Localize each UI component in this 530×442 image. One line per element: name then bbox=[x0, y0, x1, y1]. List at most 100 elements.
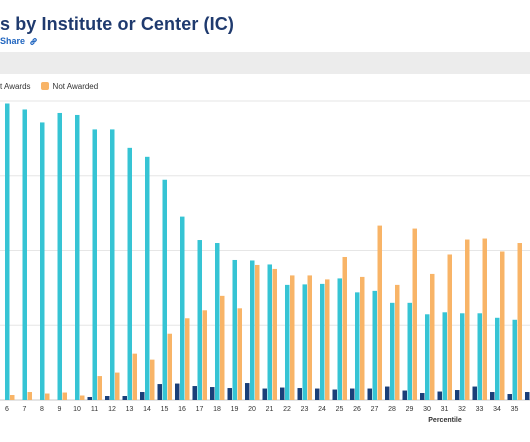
bar-series-2-x-23[interactable] bbox=[302, 284, 308, 400]
bar-series-2-x-8[interactable] bbox=[40, 122, 45, 400]
bar-series-3-x-33[interactable] bbox=[482, 238, 488, 400]
bar-series-2-x-20[interactable] bbox=[250, 260, 255, 400]
bar-series-3-x-17[interactable] bbox=[202, 310, 208, 400]
bar-series-1-x-21[interactable] bbox=[262, 388, 268, 400]
bar-series-3-x-6[interactable] bbox=[10, 395, 15, 400]
bar-series-2-x-35[interactable] bbox=[512, 319, 518, 400]
x-tick-label: 34 bbox=[493, 406, 501, 413]
bar-series-3-x-7[interactable] bbox=[27, 392, 33, 400]
bar-series-3-x-16[interactable] bbox=[185, 318, 190, 400]
bar-series-2-x-24[interactable] bbox=[320, 283, 325, 400]
bar-series-3-x-10[interactable] bbox=[80, 395, 85, 400]
bar-series-2-x-12[interactable] bbox=[110, 129, 115, 400]
bar-series-3-x-13[interactable] bbox=[132, 353, 138, 400]
bar-series-2-x-26[interactable] bbox=[355, 292, 360, 400]
bar-series-3-x-32[interactable] bbox=[465, 239, 470, 400]
bar-series-1-x-25[interactable] bbox=[332, 389, 338, 400]
bar-series-2-x-6[interactable] bbox=[5, 103, 10, 400]
bar-series-2-x-32[interactable] bbox=[460, 313, 465, 400]
bar-series-1-x-32[interactable] bbox=[455, 390, 460, 400]
bar-series-2-x-30[interactable] bbox=[425, 314, 430, 400]
bar-series-3-x-23[interactable] bbox=[307, 275, 313, 400]
x-tick-label: 16 bbox=[178, 406, 186, 413]
bar-series-2-x-9[interactable] bbox=[57, 112, 63, 401]
bar-series-2-x-14[interactable] bbox=[145, 156, 150, 400]
bar-series-1-x-35[interactable] bbox=[507, 394, 513, 400]
bar-series-2-x-29[interactable] bbox=[407, 302, 413, 400]
bar-series-2-x-17[interactable] bbox=[197, 240, 203, 400]
bar-series-2-x-13[interactable] bbox=[127, 147, 133, 400]
bar-series-1-x-34[interactable] bbox=[490, 392, 495, 400]
bar-series-1-x-20[interactable] bbox=[245, 383, 250, 400]
bar-series-1-x-30[interactable] bbox=[420, 393, 425, 400]
bar-series-1-x-22[interactable] bbox=[280, 387, 285, 400]
bar-series-3-x-25[interactable] bbox=[342, 256, 348, 400]
bar-series-2-x-18[interactable] bbox=[215, 243, 220, 400]
x-tick-label: 14 bbox=[143, 406, 151, 413]
bar-series-3-x-8[interactable] bbox=[45, 393, 50, 400]
x-tick-label: 20 bbox=[248, 406, 256, 413]
bar-series-1-x-19[interactable] bbox=[227, 388, 233, 400]
bar-series-3-x-30[interactable] bbox=[430, 273, 435, 400]
bar-series-1-x-29[interactable] bbox=[402, 390, 408, 400]
bar-series-2-x-25[interactable] bbox=[337, 278, 343, 400]
x-tick-label: 13 bbox=[126, 406, 134, 413]
bar-series-1-x-23[interactable] bbox=[297, 388, 303, 400]
bar-series-1-x-36[interactable] bbox=[525, 392, 530, 400]
bar-series-2-x-33[interactable] bbox=[477, 313, 483, 400]
bar-series-2-x-34[interactable] bbox=[495, 317, 500, 400]
bar-series-1-x-16[interactable] bbox=[175, 383, 180, 400]
bar-series-2-x-21[interactable] bbox=[267, 264, 273, 400]
bar-series-3-x-27[interactable] bbox=[377, 225, 383, 400]
bar-series-3-x-22[interactable] bbox=[290, 275, 295, 400]
bar-series-1-x-11[interactable] bbox=[87, 397, 93, 400]
bar-series-3-x-14[interactable] bbox=[150, 359, 155, 400]
share-link[interactable]: Share bbox=[0, 36, 38, 46]
bar-series-3-x-28[interactable] bbox=[395, 284, 400, 400]
bar-series-1-x-15[interactable] bbox=[157, 384, 163, 400]
legend-item-not-awarded[interactable]: Not Awarded bbox=[40, 82, 98, 91]
bar-series-1-x-28[interactable] bbox=[385, 386, 390, 400]
x-tick-label: 11 bbox=[91, 406, 98, 413]
legend-item-awards[interactable]: t Awards bbox=[0, 82, 31, 91]
share-label: Share bbox=[0, 36, 26, 46]
bar-series-1-x-31[interactable] bbox=[437, 391, 443, 400]
bar-series-2-x-7[interactable] bbox=[22, 109, 28, 400]
bar-series-1-x-13[interactable] bbox=[122, 396, 128, 400]
bar-series-1-x-17[interactable] bbox=[192, 386, 198, 400]
bar-series-2-x-10[interactable] bbox=[75, 114, 80, 400]
bar-series-3-x-21[interactable] bbox=[272, 268, 278, 400]
bar-series-3-x-19[interactable] bbox=[237, 308, 243, 400]
bar-series-2-x-27[interactable] bbox=[372, 290, 378, 400]
bar-series-2-x-31[interactable] bbox=[442, 312, 448, 400]
x-tick-label: 35 bbox=[511, 406, 519, 413]
bar-series-1-x-18[interactable] bbox=[210, 387, 215, 400]
bar-series-2-x-19[interactable] bbox=[232, 259, 238, 400]
bar-series-2-x-11[interactable] bbox=[92, 129, 98, 400]
bar-series-3-x-34[interactable] bbox=[500, 251, 505, 400]
bar-series-1-x-27[interactable] bbox=[367, 388, 373, 400]
x-axis-title: Percentile bbox=[428, 417, 462, 424]
bar-series-2-x-16[interactable] bbox=[180, 216, 185, 400]
bar-series-1-x-33[interactable] bbox=[472, 386, 478, 400]
bar-series-3-x-20[interactable] bbox=[255, 264, 260, 400]
bar-series-3-x-15[interactable] bbox=[167, 333, 173, 400]
bar-series-3-x-18[interactable] bbox=[220, 295, 225, 400]
bar-series-3-x-12[interactable] bbox=[115, 372, 120, 400]
bar-series-2-x-22[interactable] bbox=[285, 284, 290, 400]
x-tick-label: 26 bbox=[353, 406, 361, 413]
bar-series-3-x-24[interactable] bbox=[325, 279, 330, 400]
bar-series-1-x-14[interactable] bbox=[140, 392, 145, 400]
bar-series-3-x-31[interactable] bbox=[447, 254, 453, 400]
bar-series-1-x-24[interactable] bbox=[315, 388, 320, 400]
bar-series-3-x-26[interactable] bbox=[360, 276, 365, 400]
bar-series-2-x-28[interactable] bbox=[390, 302, 395, 400]
bar-series-3-x-11[interactable] bbox=[97, 376, 103, 400]
x-tick-label: 19 bbox=[231, 406, 239, 413]
bar-series-1-x-26[interactable] bbox=[350, 388, 355, 400]
bar-series-2-x-15[interactable] bbox=[162, 179, 168, 400]
bar-series-3-x-9[interactable] bbox=[62, 392, 68, 400]
bar-series-3-x-29[interactable] bbox=[412, 228, 418, 400]
bar-series-3-x-35[interactable] bbox=[517, 243, 523, 400]
bar-series-1-x-12[interactable] bbox=[105, 396, 110, 400]
